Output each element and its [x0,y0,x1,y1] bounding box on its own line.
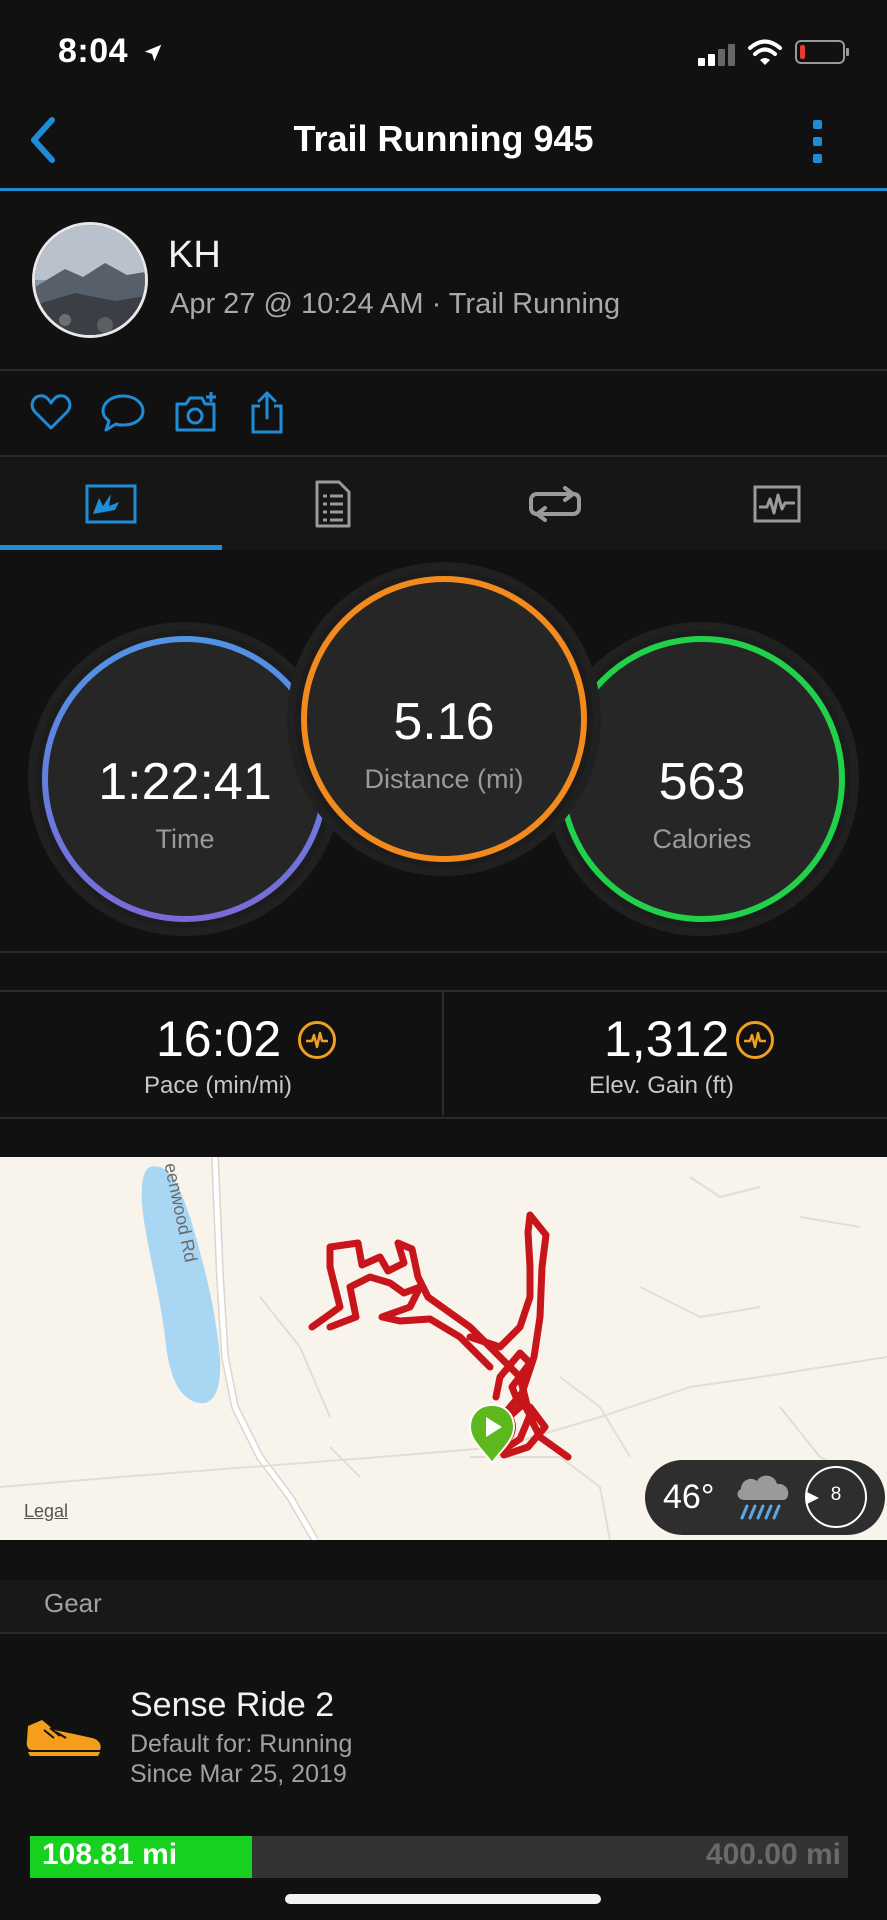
tab-bar [0,458,887,550]
page-title: Trail Running 945 [293,118,594,159]
gear-default: Default for: Running [130,1730,353,1758]
elevation-label: Elev. Gain (ft) [589,1072,734,1099]
share-icon[interactable] [250,390,284,434]
heart-rate-icon [736,1021,774,1059]
divider [0,455,887,457]
calories-value: 563 [658,753,746,811]
gear-title: Gear [44,1588,102,1618]
pace-stat: 16:02 Pace (min/mi) [0,992,442,1116]
time-circle: 1:22:41 Time [36,630,334,928]
home-indicator[interactable] [285,1894,601,1904]
wind-indicator: 8 [805,1466,867,1528]
divider [0,1117,887,1119]
elevation-stat: 1,312 Elev. Gain (ft) [444,992,887,1116]
divider [0,369,887,371]
calories-circle: 563 Calories [553,630,851,928]
summary-icon [85,484,136,524]
pace-value: 16:02 [156,1011,282,1067]
heart-rate-icon [298,1021,336,1059]
gear-section-header [0,1580,887,1632]
tab-summary[interactable] [0,458,221,550]
time-label: Time [155,824,215,854]
weather-temp: 46° [663,1478,715,1516]
gear-used: 108.81 mi [42,1838,178,1871]
heart-icon[interactable] [30,393,72,431]
details-icon [315,480,350,528]
distance-label: Distance (mi) [364,764,524,794]
wifi-icon [748,39,782,65]
more-menu-button[interactable] [808,118,828,166]
tab-laps[interactable] [444,458,665,550]
divider [0,951,887,953]
tab-charts[interactable] [666,458,887,550]
gear-since: Since Mar 25, 2019 [130,1760,347,1788]
distance-circle: 5.16 Distance (mi) [295,570,593,868]
distance-value: 5.16 [393,693,495,751]
tab-details[interactable] [222,458,443,550]
weather-badge[interactable]: 46° 8 [645,1460,885,1535]
tab-active-indicator [0,545,222,550]
avatar[interactable] [32,222,148,338]
time-value: 1:22:41 [98,753,272,811]
route-line [308,1211,572,1461]
gear-name[interactable]: Sense Ride 2 [130,1686,334,1725]
battery-icon [795,40,849,64]
nav-divider [0,188,887,191]
gear-total: 400.00 mi [705,1838,841,1871]
comment-icon[interactable] [100,393,146,433]
calories-label: Calories [652,824,752,854]
laps-icon [528,486,581,522]
legal-link[interactable]: Legal [24,1501,68,1522]
elevation-value: 1,312 [604,1011,730,1067]
charts-icon [753,485,800,523]
add-photo-icon[interactable] [174,390,220,434]
location-arrow-icon [144,44,162,62]
divider [0,1632,887,1634]
signal-icon [698,44,740,66]
pace-label: Pace (min/mi) [144,1072,293,1099]
rain-cloud-icon [737,1475,789,1520]
status-time: 8:04 [58,32,164,71]
activity-meta: Apr 27 @ 10:24 AM · Trail Running [170,288,621,320]
shoe-icon [26,1720,101,1756]
wind-speed: 8 [830,1484,842,1505]
user-name: KH [168,234,221,276]
